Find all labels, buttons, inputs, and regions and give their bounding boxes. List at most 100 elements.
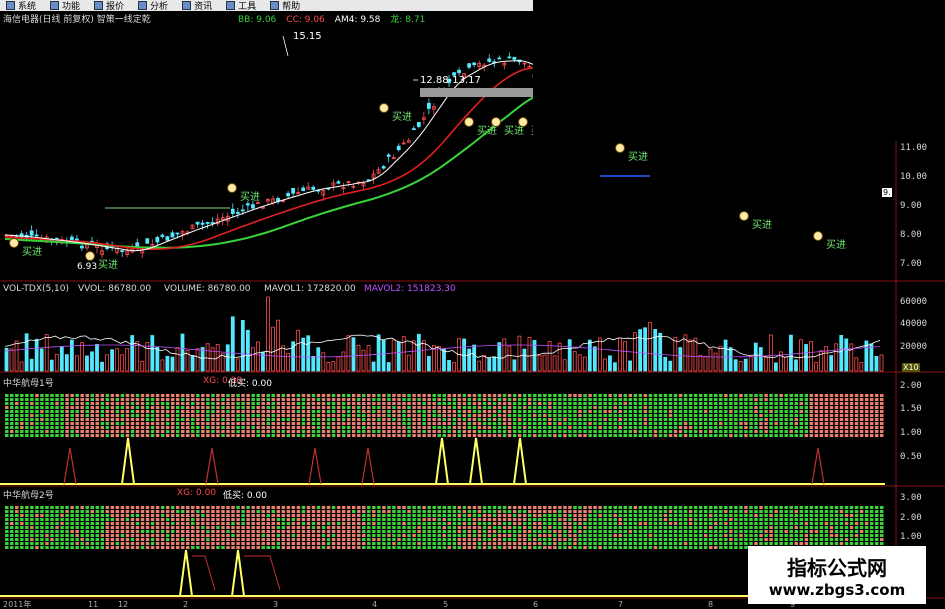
- ind2-dot: [643, 546, 648, 549]
- ind1-dot: [417, 414, 421, 417]
- ind2-dot: [281, 546, 286, 549]
- ind1-dot: [135, 434, 140, 437]
- ind1-dot: [90, 394, 94, 397]
- ind2-dot: [241, 530, 245, 533]
- ind1-dot: [331, 398, 336, 401]
- ind1-dot: [437, 398, 441, 401]
- ind2-dot: [90, 518, 94, 521]
- ind2-dot: [321, 514, 326, 517]
- ind2-dot: [829, 522, 834, 525]
- ind2-dot: [85, 534, 89, 537]
- ind1-dot: [251, 406, 255, 409]
- ind1-dot: [794, 394, 798, 397]
- ind2-dot: [543, 534, 547, 537]
- ind2-dot: [457, 518, 462, 521]
- ind1-dot: [749, 398, 753, 401]
- ind1-dot: [613, 422, 617, 425]
- ind2-dot: [341, 514, 346, 517]
- ind1-dot: [538, 426, 542, 429]
- ind1-dot: [583, 434, 587, 437]
- ind1-dot: [698, 426, 703, 429]
- ind1-dot: [492, 422, 497, 425]
- ind1-dot: [326, 410, 331, 413]
- ind1-dot: [130, 406, 135, 409]
- ind2-dot: [487, 506, 492, 509]
- ind1-dot: [804, 414, 809, 417]
- ind2-dot: [814, 510, 819, 513]
- ind1-dot: [834, 394, 839, 397]
- ind2-dot: [563, 514, 567, 517]
- ind2-dot: [779, 510, 783, 513]
- volume-bar: [763, 357, 768, 372]
- ind1-dot: [110, 422, 115, 425]
- ind1-dot: [618, 410, 622, 413]
- ind2-dot: [236, 534, 240, 537]
- ind1-dot: [55, 410, 59, 413]
- ind2-dot: [724, 534, 728, 537]
- ind1-dot: [799, 402, 804, 405]
- ind2-dot: [819, 522, 824, 525]
- ind1-dot: [819, 430, 824, 433]
- volume-bar: [492, 356, 497, 372]
- ind1-dot: [593, 430, 597, 433]
- ind2-dot: [60, 542, 64, 545]
- ind1-dot: [196, 402, 200, 405]
- x-axis-tick: 12: [118, 600, 128, 609]
- ind2-dot: [558, 534, 562, 537]
- ind1-dot: [759, 402, 763, 405]
- ind1-dot: [357, 434, 361, 437]
- ind1-dot: [417, 398, 421, 401]
- ind2-dot: [477, 538, 482, 541]
- ind1-dot: [15, 434, 19, 437]
- ind1-dot: [467, 426, 472, 429]
- ind1-dot: [382, 406, 386, 409]
- ind2-dot: [35, 534, 39, 537]
- volume-bar: [326, 361, 331, 372]
- ind2-dot: [658, 546, 663, 549]
- ind1-dot: [573, 418, 577, 421]
- ind2-dot: [125, 546, 130, 549]
- ind1-dot: [814, 426, 819, 429]
- ind1-dot: [387, 426, 391, 429]
- ind1-dot: [693, 422, 698, 425]
- ind2-dot: [236, 538, 240, 541]
- ind1-dot: [80, 418, 84, 421]
- ind1-dot: [683, 414, 688, 417]
- ind1-dot: [306, 426, 311, 429]
- ind1-dot: [110, 402, 115, 405]
- ind2-dot: [613, 522, 617, 525]
- ind2-dot: [834, 530, 839, 533]
- ind1-dot: [357, 414, 361, 417]
- ind2-dot: [477, 510, 482, 513]
- ind2-dot: [150, 542, 155, 545]
- ind1-dot: [95, 406, 100, 409]
- ind1-dot: [221, 422, 225, 425]
- ind1-dot: [216, 402, 220, 405]
- ind1-dot: [206, 434, 210, 437]
- ind2-dot: [100, 518, 105, 521]
- ind2-dot: [729, 510, 733, 513]
- ind2-dot: [568, 514, 572, 517]
- ind2-dot: [25, 534, 29, 537]
- ind1-dot: [608, 402, 612, 405]
- buy-marker: [9, 238, 19, 248]
- ind1-dot: [422, 430, 426, 433]
- ind1-dot: [548, 410, 552, 413]
- ind2-dot: [372, 538, 376, 541]
- ind2-dot: [648, 518, 653, 521]
- ind2-dot: [301, 518, 306, 521]
- ind1-dot: [95, 410, 100, 413]
- ind1-dot: [40, 414, 44, 417]
- ind1-dot: [522, 402, 527, 405]
- ind2-dot: [719, 534, 723, 537]
- ind1-dot: [382, 402, 386, 405]
- ind1-dot: [558, 394, 562, 397]
- ind2-dot: [879, 518, 884, 521]
- ind2-dot: [623, 506, 628, 509]
- ind2-dot: [507, 538, 512, 541]
- ind1-dot: [276, 430, 281, 433]
- ind2-dot: [472, 534, 477, 537]
- ind1-dot: [60, 430, 64, 433]
- ind1-dot: [367, 418, 371, 421]
- ind1-dot: [120, 422, 125, 425]
